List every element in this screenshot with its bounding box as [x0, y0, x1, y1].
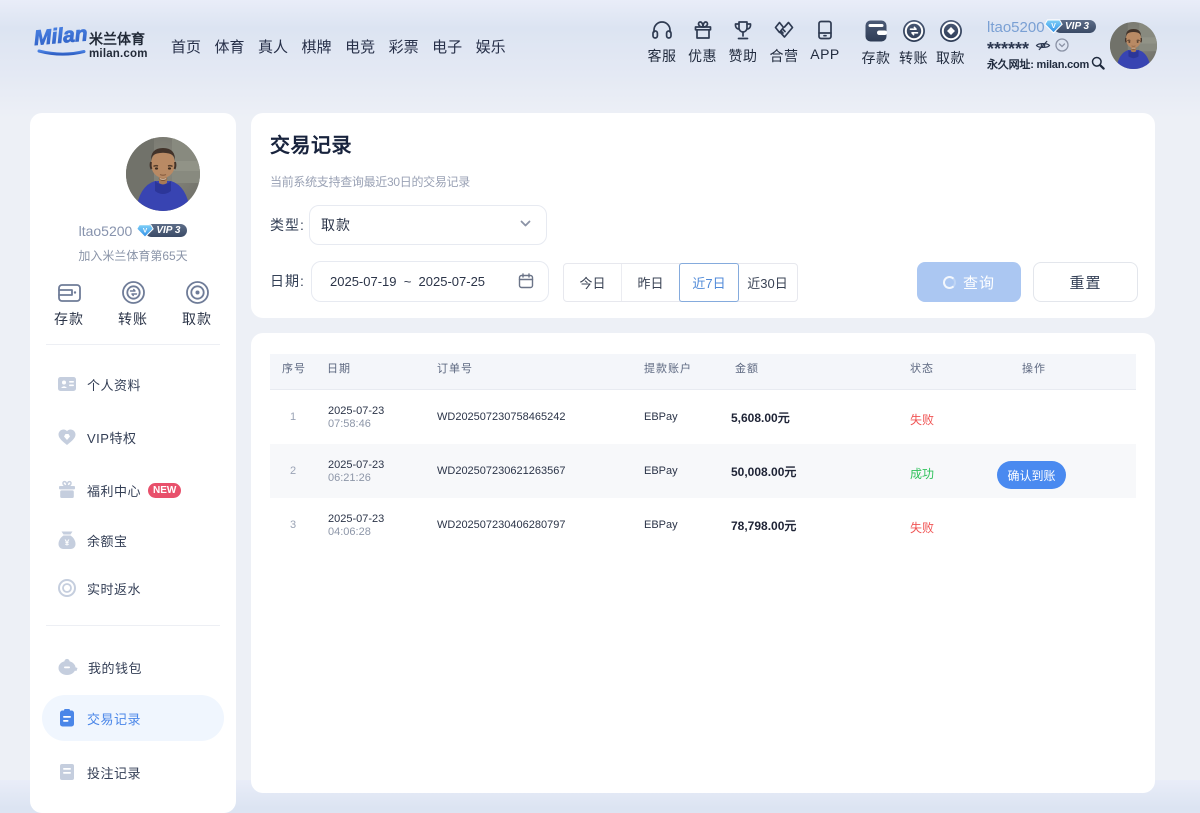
svg-text:milan.com: milan.com	[89, 48, 148, 60]
svg-text:米兰体育: 米兰体育	[89, 31, 145, 47]
svg-text:V: V	[1051, 23, 1056, 30]
svg-text:V: V	[143, 228, 148, 235]
svg-text:¥: ¥	[65, 538, 70, 548]
svg-text:Milan: Milan	[33, 22, 88, 50]
